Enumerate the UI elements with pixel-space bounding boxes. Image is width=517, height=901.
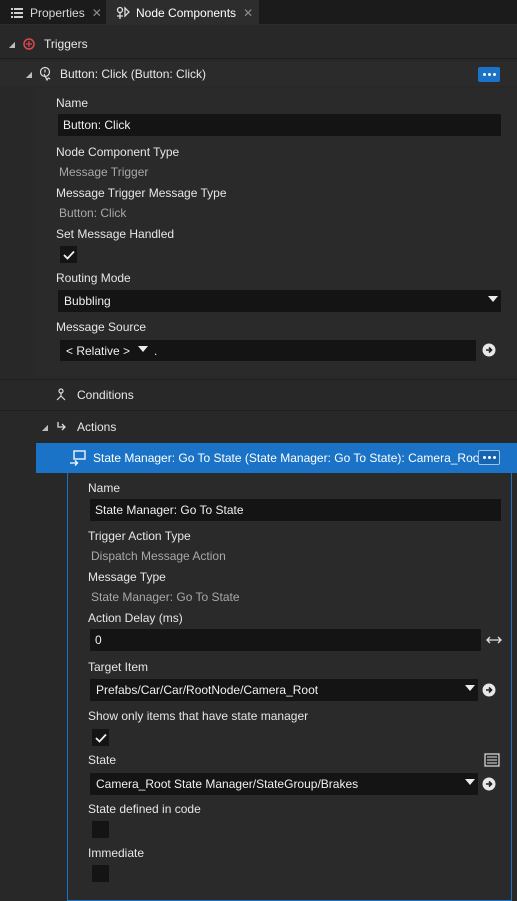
- action-message-type-value: State Manager: Go To State: [91, 590, 240, 604]
- conditions-icon: [54, 388, 68, 402]
- message-source-path-field[interactable]: .: [152, 340, 476, 361]
- check-icon: [62, 250, 75, 260]
- triggers-label: Triggers: [44, 37, 88, 51]
- divider: [0, 58, 517, 59]
- show-only-state-label: Show only items that have state manager: [88, 709, 309, 723]
- tab-node-components[interactable]: Node Components ✕: [106, 0, 259, 25]
- target-item-label: Target Item: [88, 660, 149, 674]
- actions-label: Actions: [77, 420, 117, 434]
- node-components-panel: ◢ Triggers ◢ Button: Click (Button: Clic…: [0, 25, 517, 901]
- collapse-arrow-icon[interactable]: ◢: [8, 40, 16, 49]
- state-label: State: [88, 753, 117, 767]
- tab-properties[interactable]: Properties ✕: [0, 0, 106, 25]
- conditions-row[interactable]: Conditions: [0, 383, 517, 407]
- tab-bar: Properties ✕ Node Components ✕: [0, 0, 517, 25]
- state-editor-icon[interactable]: [484, 753, 500, 767]
- node-component-type-value: Message Trigger: [59, 165, 149, 179]
- close-icon[interactable]: ✕: [92, 6, 102, 20]
- action-name-label: Name: [88, 481, 121, 495]
- state-defined-in-code-checkbox[interactable]: [92, 821, 109, 838]
- actions-icon: [55, 420, 69, 434]
- trigger-name-field[interactable]: Button: Click: [58, 114, 501, 136]
- routing-mode-value: Bubbling: [64, 294, 111, 308]
- triggers-section-header[interactable]: ◢ Triggers: [0, 34, 517, 54]
- action-name-field[interactable]: State Manager: Go To State: [90, 499, 501, 521]
- action-more-button[interactable]: [478, 450, 500, 465]
- navigate-arrow-icon[interactable]: [481, 776, 497, 792]
- conditions-label: Conditions: [77, 388, 134, 402]
- state-dropdown[interactable]: Camera_Root State Manager/StateGroup/Bra…: [90, 773, 478, 795]
- trigger-row-button-click[interactable]: ◢ Button: Click (Button: Click): [0, 62, 517, 86]
- node-component-type-label: Node Component Type: [56, 145, 180, 159]
- state-value: Camera_Root State Manager/StateGroup/Bra…: [96, 777, 359, 791]
- chevron-down-icon: [465, 779, 475, 785]
- set-message-handled-checkbox[interactable]: [60, 246, 77, 263]
- trigger-title: Button: Click (Button: Click): [60, 67, 207, 81]
- action-title: State Manager: Go To State (State Manage…: [93, 451, 483, 465]
- actions-row[interactable]: ◢ Actions: [0, 415, 517, 439]
- message-type-value: Button: Click: [59, 206, 127, 220]
- button-click-icon: [38, 66, 54, 82]
- chevron-down-icon: [138, 346, 148, 352]
- message-source-label: Message Source: [56, 320, 147, 334]
- chevron-down-icon: [465, 685, 475, 691]
- target-item-value: Prefabs/Car/Car/RootNode/Camera_Root: [96, 683, 319, 697]
- navigate-arrow-icon[interactable]: [481, 682, 497, 698]
- show-only-state-checkbox[interactable]: [92, 729, 109, 746]
- action-message-type-label: Message Type: [88, 570, 166, 584]
- action-delay-field[interactable]: 0: [90, 629, 481, 651]
- action-row-go-to-state[interactable]: State Manager: Go To State (State Manage…: [36, 443, 517, 473]
- trigger-icon: [22, 37, 36, 51]
- close-icon[interactable]: ✕: [243, 6, 253, 20]
- trigger-more-button[interactable]: [478, 67, 500, 82]
- state-action-icon: [69, 450, 87, 466]
- message-type-label: Message Trigger Message Type: [56, 186, 227, 200]
- list-icon: [10, 6, 24, 20]
- tab-properties-label: Properties: [30, 5, 85, 20]
- node-components-icon: [116, 5, 130, 20]
- name-label: Name: [56, 96, 89, 110]
- immediate-checkbox[interactable]: [92, 865, 109, 882]
- message-source-mode-value: < Relative >: [66, 343, 131, 358]
- resize-horizontal-icon[interactable]: [486, 634, 502, 646]
- routing-mode-dropdown[interactable]: Bubbling: [58, 290, 501, 312]
- divider: [0, 410, 517, 411]
- immediate-label: Immediate: [88, 846, 145, 860]
- state-defined-in-code-label: State defined in code: [88, 802, 201, 816]
- chevron-down-icon: [488, 296, 498, 302]
- collapse-arrow-icon[interactable]: ◢: [25, 70, 33, 79]
- collapse-arrow-icon[interactable]: ◢: [41, 423, 49, 432]
- set-message-handled-label: Set Message Handled: [56, 227, 175, 241]
- tab-node-components-label: Node Components: [136, 5, 237, 20]
- divider: [0, 379, 517, 380]
- target-item-dropdown[interactable]: Prefabs/Car/Car/RootNode/Camera_Root: [90, 679, 478, 701]
- message-source-mode-dropdown[interactable]: < Relative >: [60, 340, 152, 361]
- check-icon: [94, 733, 107, 743]
- action-delay-label: Action Delay (ms): [88, 611, 183, 625]
- navigate-arrow-icon[interactable]: [481, 342, 497, 358]
- trigger-action-type-label: Trigger Action Type: [88, 529, 191, 543]
- trigger-action-type-value: Dispatch Message Action: [91, 549, 226, 563]
- routing-mode-label: Routing Mode: [56, 271, 131, 285]
